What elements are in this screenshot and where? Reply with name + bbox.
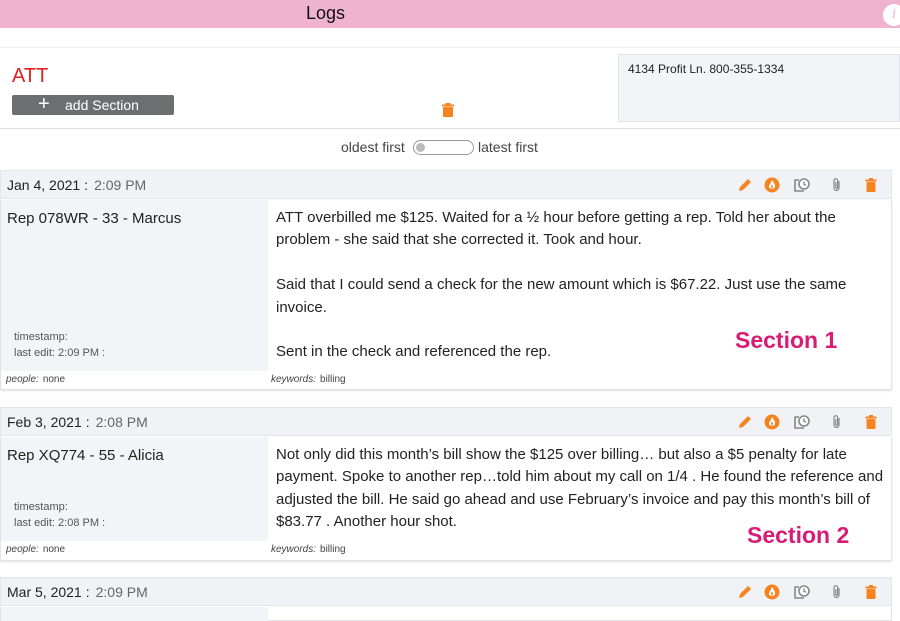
rep-column: Rep XQ774 - 55 - Alicia timestamp: last … [1,437,268,541]
section-notes[interactable]: Not only did this month’s bill show the … [276,444,888,534]
timestamp-label: timestamp: [14,501,68,513]
toggle-knob [416,143,425,152]
company-name: ATT [12,65,49,87]
pencil-icon[interactable] [737,414,753,430]
section-header: Mar 5, 2021:2:09 PM [0,577,892,606]
sort-oldest-label: oldest first [341,139,405,155]
clock-icon[interactable] [794,414,810,430]
people-field[interactable]: people: none [6,374,65,385]
section-time: 2:08 PM [95,414,148,430]
flame-icon[interactable] [764,177,780,193]
note-paragraph: ATT overbilled me $125. Waited for a ½ h… [276,209,836,249]
pencil-icon[interactable] [737,584,753,600]
keywords-field[interactable]: keywords: billing [271,544,346,555]
section-time: 2:09 PM [95,584,148,600]
rep-name[interactable]: Rep XQ774 - 55 - Alicia [7,447,164,464]
section-footer: people: none keywords: billing [1,371,891,389]
sort-toggle-row: oldest first latest first [0,138,900,158]
section-body: Rep XQ774 - 55 - Alicia timestamp: last … [0,437,892,561]
info-icon[interactable]: i [883,4,900,26]
sort-latest-label: latest first [478,139,538,155]
section-footer: people: none keywords: billing [1,541,891,559]
paperclip-icon[interactable] [829,584,845,600]
people-field[interactable]: people: none [6,544,65,555]
last-edit-label: last edit: 2:08 PM : [14,517,106,529]
rep-column [1,607,268,621]
section-header: Feb 3, 2021:2:08 PM [0,407,892,436]
app-title: Logs [306,3,346,23]
rep-column: Rep 078WR - 33 - Marcus timestamp: last … [1,200,268,371]
flame-icon[interactable] [764,584,780,600]
trash-icon[interactable] [863,177,879,193]
section-header: Jan 4, 2021:2:09 PM [0,170,892,199]
rep-name[interactable]: Rep 078WR - 33 - Marcus [7,210,181,227]
trash-icon[interactable] [863,584,879,600]
pencil-icon[interactable] [737,177,753,193]
trash-icon[interactable] [863,414,879,430]
log-section: Jan 4, 2021:2:09 PM Rep 078WR - 33 - Mar… [0,170,892,392]
keywords-field[interactable]: keywords: billing [271,374,346,385]
clock-icon[interactable] [794,177,810,193]
note-paragraph: Said that I could send a check for the n… [276,276,847,316]
section-body: Rep 078WR - 33 - Marcus timestamp: last … [0,200,892,390]
clock-icon[interactable] [794,584,810,600]
trash-icon[interactable] [442,103,454,117]
top-bar: Logs i [0,0,900,28]
log-section: Feb 3, 2021:2:08 PM Rep XQ774 - 55 - Ali… [0,407,892,562]
section-date: Jan 4, 2021:2:09 PM [7,177,147,193]
section-date: Feb 3, 2021:2:08 PM [7,414,148,430]
log-section: Mar 5, 2021:2:09 PM [0,577,892,621]
last-edit-label: last edit: 2:09 PM : [14,347,106,359]
section-body [0,607,892,621]
flame-icon[interactable] [764,414,780,430]
paperclip-icon[interactable] [829,177,845,193]
add-section-label: add Section [65,97,139,113]
section-time: 2:09 PM [94,177,147,193]
sort-toggle[interactable] [413,140,474,155]
section-annotation: Section 1 [735,327,838,353]
company-header: ATT + add Section 4134 Profit Ln. 800-35… [0,48,900,129]
section-date: Mar 5, 2021:2:09 PM [7,584,148,600]
timestamp-label: timestamp: [14,331,68,343]
add-section-button[interactable]: + add Section [12,93,174,115]
plus-icon: + [38,93,50,115]
paperclip-icon[interactable] [829,414,845,430]
address-box[interactable]: 4134 Profit Ln. 800-355-1334 [618,54,900,122]
note-paragraph: Not only did this month’s bill show the … [276,446,884,531]
